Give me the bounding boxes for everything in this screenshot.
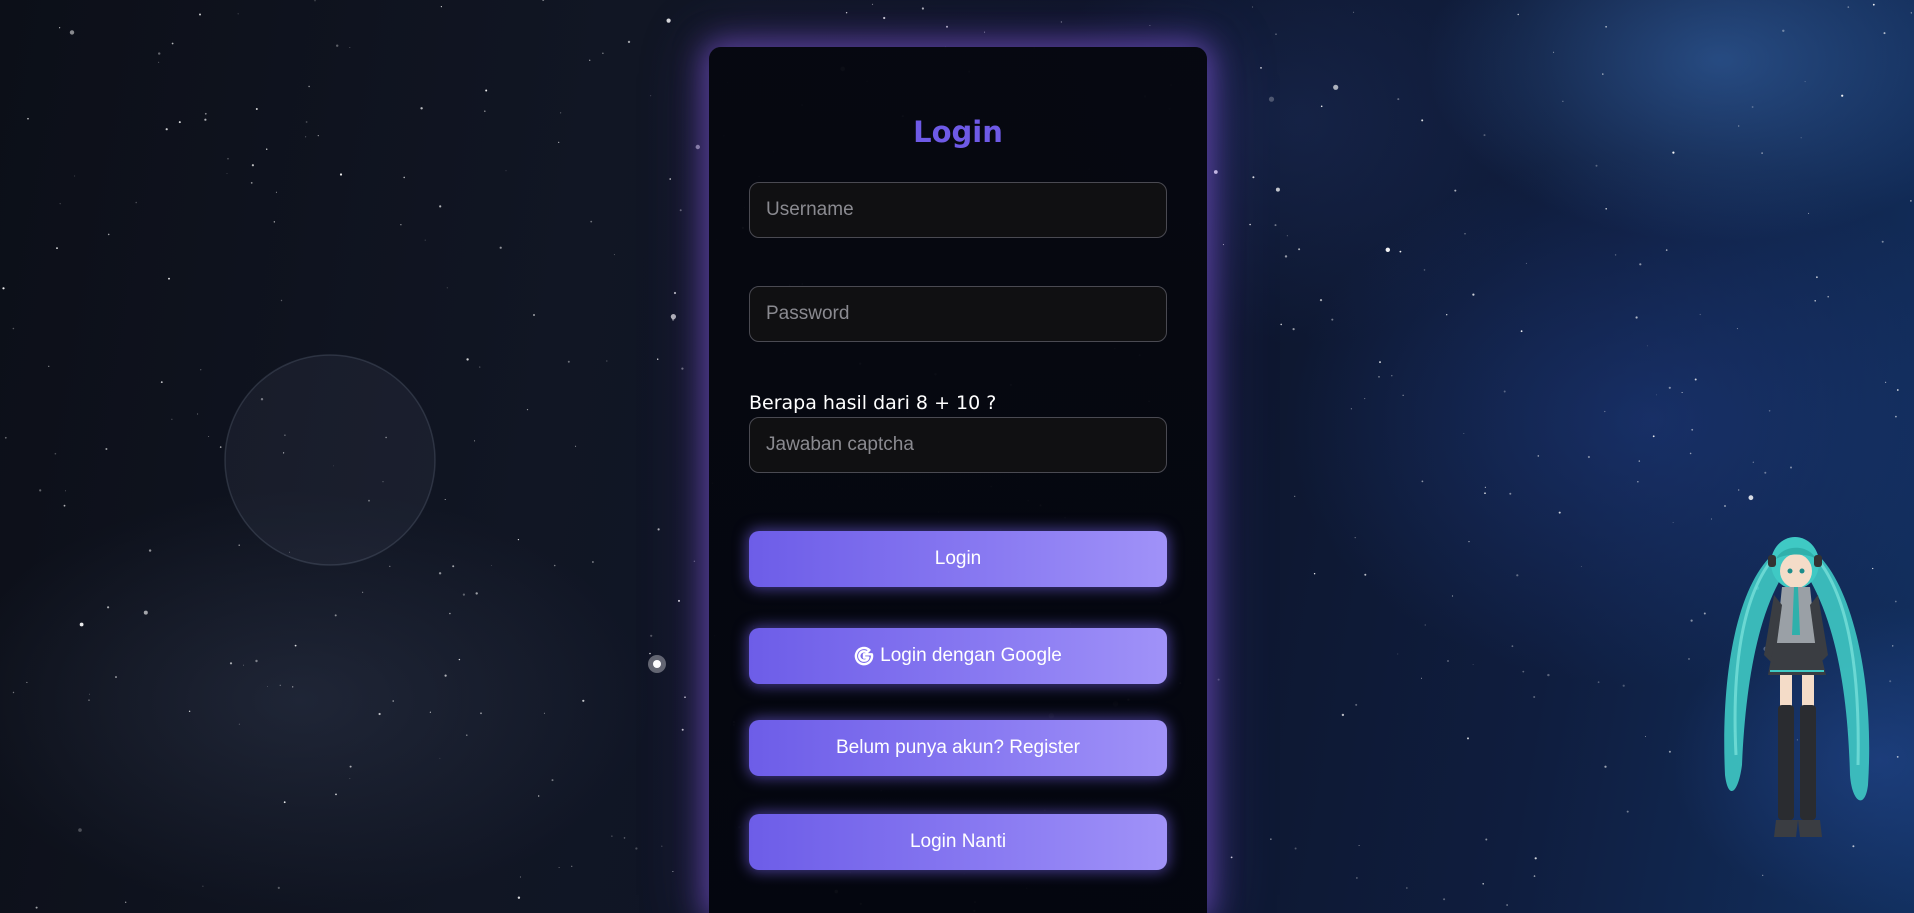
login-button[interactable]: Login [749,531,1167,587]
google-login-label: Login dengan Google [880,645,1062,666]
login-panel: Login Berapa hasil dari 8 + 10 ? Login L… [709,47,1207,913]
password-input[interactable] [749,286,1167,342]
anime-mascot-image [1724,537,1870,837]
login-button-label: Login [934,548,982,569]
register-button-label: Belum punya akun? Register [836,737,1080,758]
login-later-label: Login Nanti [909,831,1007,852]
register-button[interactable]: Belum punya akun? Register [749,720,1167,776]
username-input[interactable] [749,182,1167,238]
google-login-button[interactable]: Login dengan Google [749,628,1167,684]
login-title: Login [913,115,1003,149]
captcha-input[interactable] [749,417,1167,473]
captcha-question: Berapa hasil dari 8 + 10 ? [749,392,997,414]
login-later-button[interactable]: Login Nanti [749,814,1167,870]
google-g-icon [854,646,874,666]
